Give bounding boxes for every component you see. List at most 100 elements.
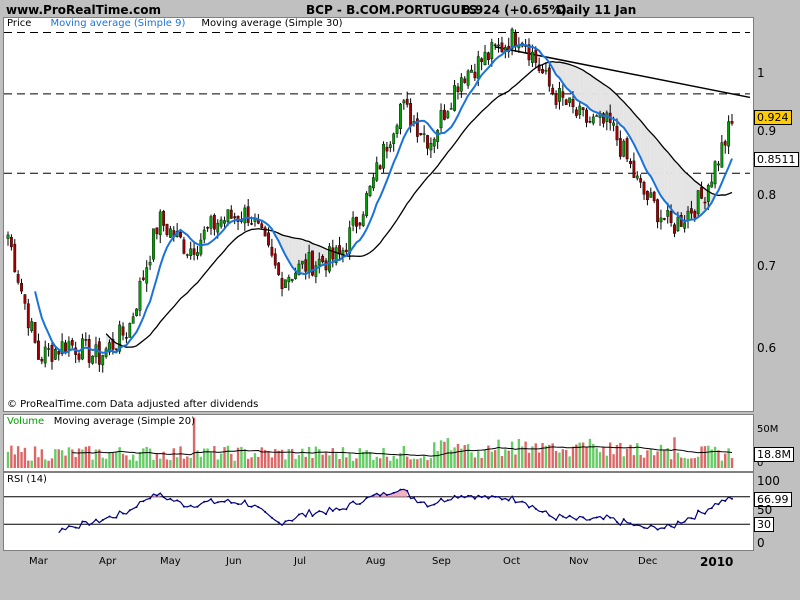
volume-bar xyxy=(639,454,642,468)
candle-body xyxy=(388,144,392,149)
ma-gap-shade xyxy=(586,72,590,110)
candle-body xyxy=(713,161,717,185)
candle-body xyxy=(365,193,369,216)
volume-bar xyxy=(575,444,578,468)
ma-gap-shade xyxy=(596,79,601,115)
volume-bar xyxy=(629,444,632,468)
candle-body xyxy=(578,105,582,115)
candle-body xyxy=(30,321,34,331)
volume-bar xyxy=(693,458,696,468)
candle-body xyxy=(260,223,264,229)
volume-bar xyxy=(209,452,213,468)
candle-body xyxy=(375,162,379,181)
rsi-point xyxy=(724,500,727,503)
ma-gap-shade xyxy=(677,163,682,219)
rsi-point xyxy=(494,495,497,498)
candle-body xyxy=(250,223,253,225)
volume-bar xyxy=(368,451,372,468)
volume-bar xyxy=(652,455,656,468)
rsi-point xyxy=(250,505,253,508)
candle-body xyxy=(493,44,497,47)
candle-body xyxy=(514,32,517,48)
volume-bar xyxy=(683,457,686,468)
candle-body xyxy=(300,260,304,265)
volume-bar xyxy=(514,454,517,468)
volume-bar xyxy=(253,453,257,468)
rsi-point xyxy=(676,520,679,523)
candle-body xyxy=(727,121,731,147)
rsi-point xyxy=(318,510,321,513)
x-label-oct: Oct xyxy=(503,556,521,567)
volume-bar xyxy=(304,456,307,468)
volume-bar xyxy=(219,453,223,468)
candle-body xyxy=(243,207,247,224)
rsi-point xyxy=(622,518,625,521)
volume-bar xyxy=(77,448,81,468)
volume-bar xyxy=(196,450,199,468)
candle-body xyxy=(165,223,169,235)
ma-gap-shade xyxy=(566,63,570,91)
candle-body xyxy=(659,217,663,223)
candle-body xyxy=(40,359,44,362)
candle-body xyxy=(152,228,155,260)
volume-bar xyxy=(707,445,710,468)
candle-body xyxy=(581,107,585,111)
chart-canvas[interactable] xyxy=(0,0,800,600)
candle-body xyxy=(656,199,659,223)
volume-bar xyxy=(277,450,280,468)
candle-body xyxy=(277,262,281,275)
rsi-point xyxy=(155,494,158,497)
candle-body xyxy=(192,248,196,255)
volume-bar xyxy=(33,446,37,468)
rsi-point xyxy=(277,521,280,524)
volume-bar xyxy=(382,447,385,468)
volume-bar xyxy=(669,459,673,468)
volume-bar xyxy=(226,445,230,468)
ma-gap-shade xyxy=(576,66,580,102)
ma-gap-shade xyxy=(583,70,587,106)
price-tick-1: 1 xyxy=(757,66,765,80)
ma-gap-shade xyxy=(671,156,675,214)
volume-bar xyxy=(429,458,433,468)
rsi-point xyxy=(115,516,118,519)
volume-bar xyxy=(663,449,666,468)
rsi-point xyxy=(656,528,659,531)
candle-body xyxy=(662,218,666,220)
price-footnote: © ProRealTime.com Data adjusted after di… xyxy=(7,399,259,410)
candle-body xyxy=(686,210,690,221)
volume-bar xyxy=(334,453,338,468)
candle-body xyxy=(23,294,27,304)
rsi-point xyxy=(541,510,544,513)
rsi-point xyxy=(412,496,415,499)
rsi-point xyxy=(162,496,165,499)
volume-bar xyxy=(6,451,10,468)
volume-bar xyxy=(142,448,145,468)
candle-body xyxy=(510,28,514,49)
volume-bar xyxy=(230,453,233,468)
rsi-point xyxy=(467,494,470,497)
ma-gap-shade xyxy=(657,140,661,196)
price-legend-ma9: Moving average (Simple 9) xyxy=(50,18,186,29)
rsi-point xyxy=(101,519,104,522)
candle-body xyxy=(128,323,132,338)
rsi-point xyxy=(602,518,605,521)
candle-body xyxy=(216,222,220,233)
volume-bar xyxy=(534,443,537,468)
volume-bar xyxy=(338,458,341,468)
rsi-point xyxy=(649,524,652,527)
rsi-point xyxy=(507,499,510,502)
candle-body xyxy=(696,190,700,215)
rsi-point xyxy=(426,505,429,508)
volume-bar xyxy=(182,458,186,468)
candle-body xyxy=(706,185,710,202)
candle-body xyxy=(591,116,595,124)
volume-bar xyxy=(260,447,263,468)
candle-body xyxy=(125,337,128,339)
volume-bar xyxy=(297,455,301,468)
x-label-apr: Apr xyxy=(99,556,117,567)
candle-body xyxy=(673,224,676,234)
price-tick-0.6: 0.6 xyxy=(757,341,777,355)
rsi-point xyxy=(582,516,585,519)
volume-bar xyxy=(666,448,669,468)
candle-body xyxy=(476,56,480,79)
